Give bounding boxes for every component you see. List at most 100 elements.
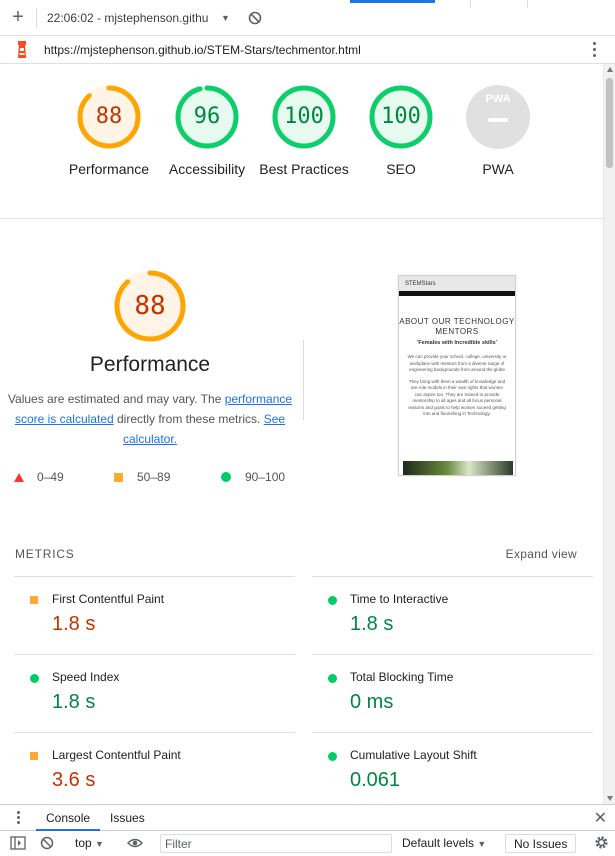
issues-counter[interactable]: No Issues [505, 834, 577, 853]
circle-icon [328, 674, 337, 683]
square-icon [30, 596, 38, 604]
gauge-value: PWA [485, 93, 511, 105]
performance-score: 88 [134, 291, 166, 321]
gauge-value: 100 [381, 104, 421, 129]
screenshot-para2: They bring with them a wealth of knowled… [408, 378, 506, 417]
block-icon[interactable] [248, 11, 262, 25]
legend-pass: 90–100 [221, 470, 285, 484]
expand-view-toggle[interactable]: Expand view [506, 547, 577, 561]
clear-console-icon[interactable] [40, 836, 54, 850]
toolbar-divider [36, 7, 37, 28]
context-label: top [75, 836, 92, 850]
metric-speed-index: Speed Index 1.8 s [14, 654, 295, 732]
final-screenshot[interactable]: STEMStars ABOUT OUR TECHNOLOGY MENTORS '… [398, 275, 516, 476]
gauge-performance[interactable]: 88 Performance [59, 84, 159, 179]
screenshot-image [403, 461, 513, 475]
gauge-accessibility[interactable]: 96 Accessibility [157, 84, 257, 179]
tab-console[interactable]: Console [36, 805, 101, 831]
legend-average-label: 50–89 [137, 470, 171, 484]
circle-icon [30, 674, 39, 683]
metric-name: Time to Interactive [350, 592, 449, 606]
eye-icon[interactable] [127, 836, 143, 850]
screenshot-heading: ABOUT OUR TECHNOLOGY MENTORS [399, 317, 515, 336]
screenshot-subheading: 'Females with Incredible skills' [417, 340, 497, 346]
score-gauges: 88 Performance 96 Accessibility 100 Best… [0, 64, 603, 219]
drawer-tabs: Console Issues ✕ [0, 805, 615, 831]
desc-text: Values are estimated and may vary. The [7, 392, 225, 406]
metrics-header: METRICS Expand view [15, 547, 585, 561]
legend-pass-label: 90–100 [245, 470, 286, 484]
active-panel-indicator [350, 0, 435, 3]
report-content: 88 Performance 96 Accessibility 100 Best… [0, 64, 603, 804]
context-selector[interactable]: top ▼ [75, 836, 104, 850]
scrollbar-thumb[interactable] [606, 78, 613, 168]
devtools-drawer: Console Issues ✕ top ▼ Filter Default le… [0, 804, 615, 856]
gauge-value: 100 [284, 104, 324, 129]
desc-text-2: directly from these metrics. [113, 412, 264, 426]
drawer-menu-icon[interactable] [0, 809, 36, 826]
metric-name: Cumulative Layout Shift [350, 748, 477, 762]
log-levels-dropdown[interactable]: Default levels ▼ [402, 836, 486, 850]
metric-name: Total Blocking Time [350, 670, 454, 684]
chevron-down-icon[interactable]: ▼ [221, 13, 230, 23]
panel-tab-strip [470, 0, 528, 8]
gear-icon[interactable] [594, 835, 609, 850]
scroll-up-icon[interactable] [607, 67, 613, 72]
square-icon [114, 472, 123, 482]
metric-cumulative-layout-shift: Cumulative Layout Shift 0.061 [312, 732, 593, 804]
kebab-icon[interactable] [593, 42, 597, 60]
performance-title: Performance [89, 353, 211, 376]
gauge-best-practices[interactable]: 100 Best Practices [254, 84, 354, 179]
chevron-down-icon: ▼ [477, 839, 487, 849]
plus-icon[interactable]: + [0, 6, 36, 29]
chevron-down-icon: ▼ [95, 839, 104, 849]
screenshot-brand: STEMStars [405, 281, 436, 287]
metric-value: 1.8 s [52, 613, 96, 635]
gauge-value: 96 [193, 104, 221, 129]
metric-largest-contentful-paint: Largest Contentful Paint 3.6 s [14, 732, 295, 804]
levels-label: Default levels [402, 836, 475, 850]
gauge-label: Best Practices [259, 161, 349, 177]
metric-value: 0.061 [350, 769, 401, 791]
metric-first-contentful-paint: First Contentful Paint 1.8 s [14, 576, 295, 654]
close-icon[interactable]: ✕ [594, 808, 607, 828]
gauge-label: SEO [386, 161, 416, 177]
sidebar-toggle-icon[interactable] [10, 836, 26, 850]
tab-issues[interactable]: Issues [100, 805, 155, 831]
gauge-value: 88 [95, 104, 123, 129]
metric-name: Speed Index [52, 670, 120, 684]
metric-value: 1.8 s [350, 613, 394, 635]
gauge-label: PWA [482, 161, 514, 177]
legend-fail-label: 0–49 [37, 470, 64, 484]
metric-name: First Contentful Paint [52, 592, 165, 606]
metric-value: 1.8 s [52, 691, 96, 713]
gauge-pwa[interactable]: PWA PWA [448, 84, 548, 179]
gauge-label: Accessibility [168, 161, 246, 177]
gauge-seo[interactable]: 100 SEO [351, 84, 451, 179]
scroll-down-icon[interactable] [607, 796, 613, 801]
circle-icon [328, 752, 337, 761]
performance-description: Values are estimated and may vary. The p… [8, 389, 293, 449]
url-bar: https://mjstephenson.github.io/STEM-Star… [0, 36, 615, 64]
metrics-title: METRICS [15, 547, 75, 561]
square-icon [30, 752, 38, 760]
lighthouse-toolbar: + 22:06:02 - mjstephenson.githu ▼ [0, 0, 615, 36]
gauge-label: Performance [68, 161, 150, 177]
metric-total-blocking-time: Total Blocking Time 0 ms [312, 654, 593, 732]
metric-name: Largest Contentful Paint [52, 748, 181, 762]
report-selector[interactable]: 22:06:02 - mjstephenson.githu [47, 11, 217, 25]
console-filter-input[interactable]: Filter [160, 834, 392, 853]
legend-average: 50–89 [114, 470, 170, 484]
page-url: https://mjstephenson.github.io/STEM-Star… [44, 42, 361, 57]
screenshot-navbar: STEMStars [399, 276, 515, 296]
vertical-scrollbar[interactable] [603, 64, 615, 804]
section-divider [303, 340, 304, 420]
metric-value: 0 ms [350, 691, 394, 713]
triangle-icon [14, 472, 24, 482]
metric-value: 3.6 s [52, 769, 96, 791]
circle-icon [328, 596, 337, 605]
metric-time-to-interactive: Time to Interactive 1.8 s [312, 576, 593, 654]
screenshot-para1: We can provide your school, college, uni… [407, 354, 507, 372]
performance-summary: 88 Performance Values are estimated and … [0, 269, 300, 449]
console-toolbar: top ▼ Filter Default levels ▼ No Issues [0, 831, 615, 856]
